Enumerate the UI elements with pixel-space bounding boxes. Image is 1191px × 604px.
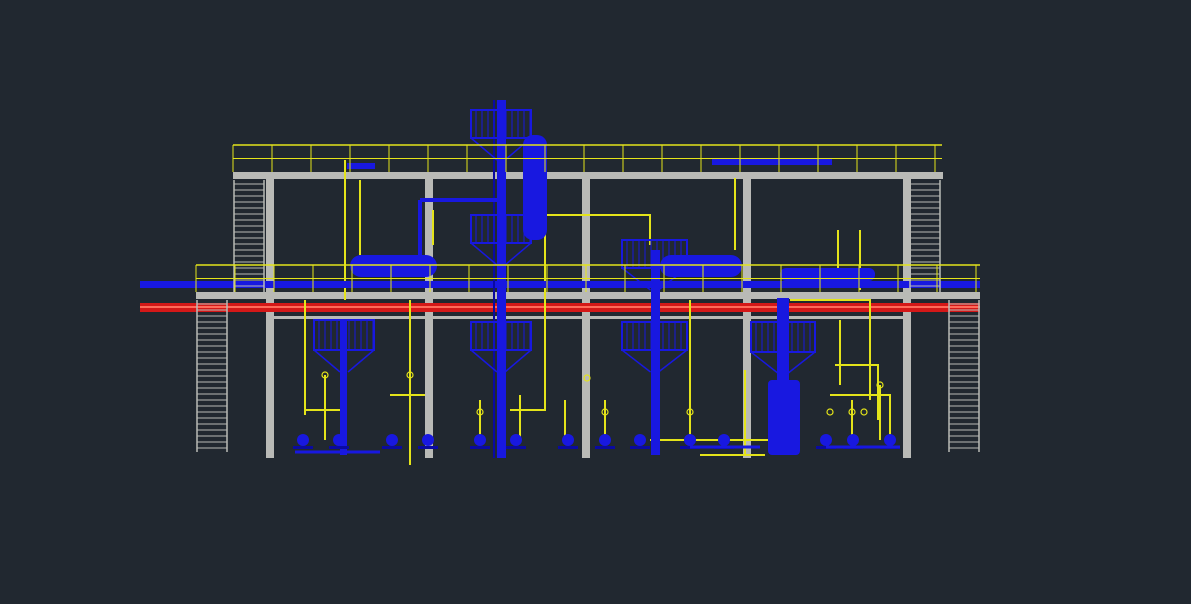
reboiler-stack: [777, 298, 789, 383]
pump-base: [470, 446, 490, 449]
pump-casing: [847, 434, 859, 446]
pump-casing: [510, 434, 522, 446]
pump-base: [630, 446, 650, 449]
secondary-column: [651, 250, 660, 455]
reflux-drum-right: [660, 255, 742, 277]
pump: [418, 434, 438, 449]
pump-casing: [634, 434, 646, 446]
pump-base: [382, 446, 402, 449]
pump: [595, 434, 615, 449]
pump-casing: [386, 434, 398, 446]
roof-vessel-left: [347, 163, 375, 169]
pump: [506, 434, 526, 449]
steam-header-highlight: [140, 306, 980, 308]
pump: [558, 434, 578, 449]
pump-casing: [333, 434, 345, 446]
ladder-upper-left: [233, 180, 265, 292]
pump-casing: [820, 434, 832, 446]
pump: [382, 434, 402, 449]
lower-beam: [266, 316, 911, 319]
pump: [470, 434, 490, 449]
accumulator-drum: [780, 268, 875, 281]
pump-casing: [474, 434, 486, 446]
condenser-vessel: [523, 135, 547, 240]
pump-casing: [684, 434, 696, 446]
pump: [630, 434, 650, 449]
roof-pipe-rack-right: [712, 158, 832, 165]
ladder-lower-left: [196, 300, 228, 452]
plant-elevation-drawing[interactable]: [0, 0, 1191, 604]
process-pipe: [790, 299, 871, 400]
reboiler-vessel: [768, 380, 800, 455]
pump-casing: [718, 434, 730, 446]
ladder-upper-right: [909, 180, 941, 292]
pump-casing: [297, 434, 309, 446]
piping-network: [304, 160, 891, 465]
middle-beam: [196, 292, 980, 299]
pump-base: [595, 446, 615, 449]
pump-casing: [884, 434, 896, 446]
process-pipe: [835, 364, 879, 420]
pump-base: [293, 446, 313, 449]
instrument-tag: [826, 408, 834, 416]
pump-base: [418, 446, 438, 449]
pump-casing: [562, 434, 574, 446]
pump-base: [329, 446, 349, 449]
pump: [293, 434, 313, 449]
process-pipe: [510, 215, 546, 411]
ladder-lower-right: [948, 300, 980, 452]
cad-viewport[interactable]: [0, 0, 1191, 604]
main-header-pipe: [140, 281, 980, 288]
pump-casing: [599, 434, 611, 446]
reflux-drum-left: [350, 255, 437, 277]
instrument-tag: [860, 408, 868, 416]
pump-base: [506, 446, 526, 449]
roof-handrail: [232, 144, 942, 172]
top-beam: [233, 172, 943, 179]
pump-base: [558, 446, 578, 449]
pump-casing: [422, 434, 434, 446]
